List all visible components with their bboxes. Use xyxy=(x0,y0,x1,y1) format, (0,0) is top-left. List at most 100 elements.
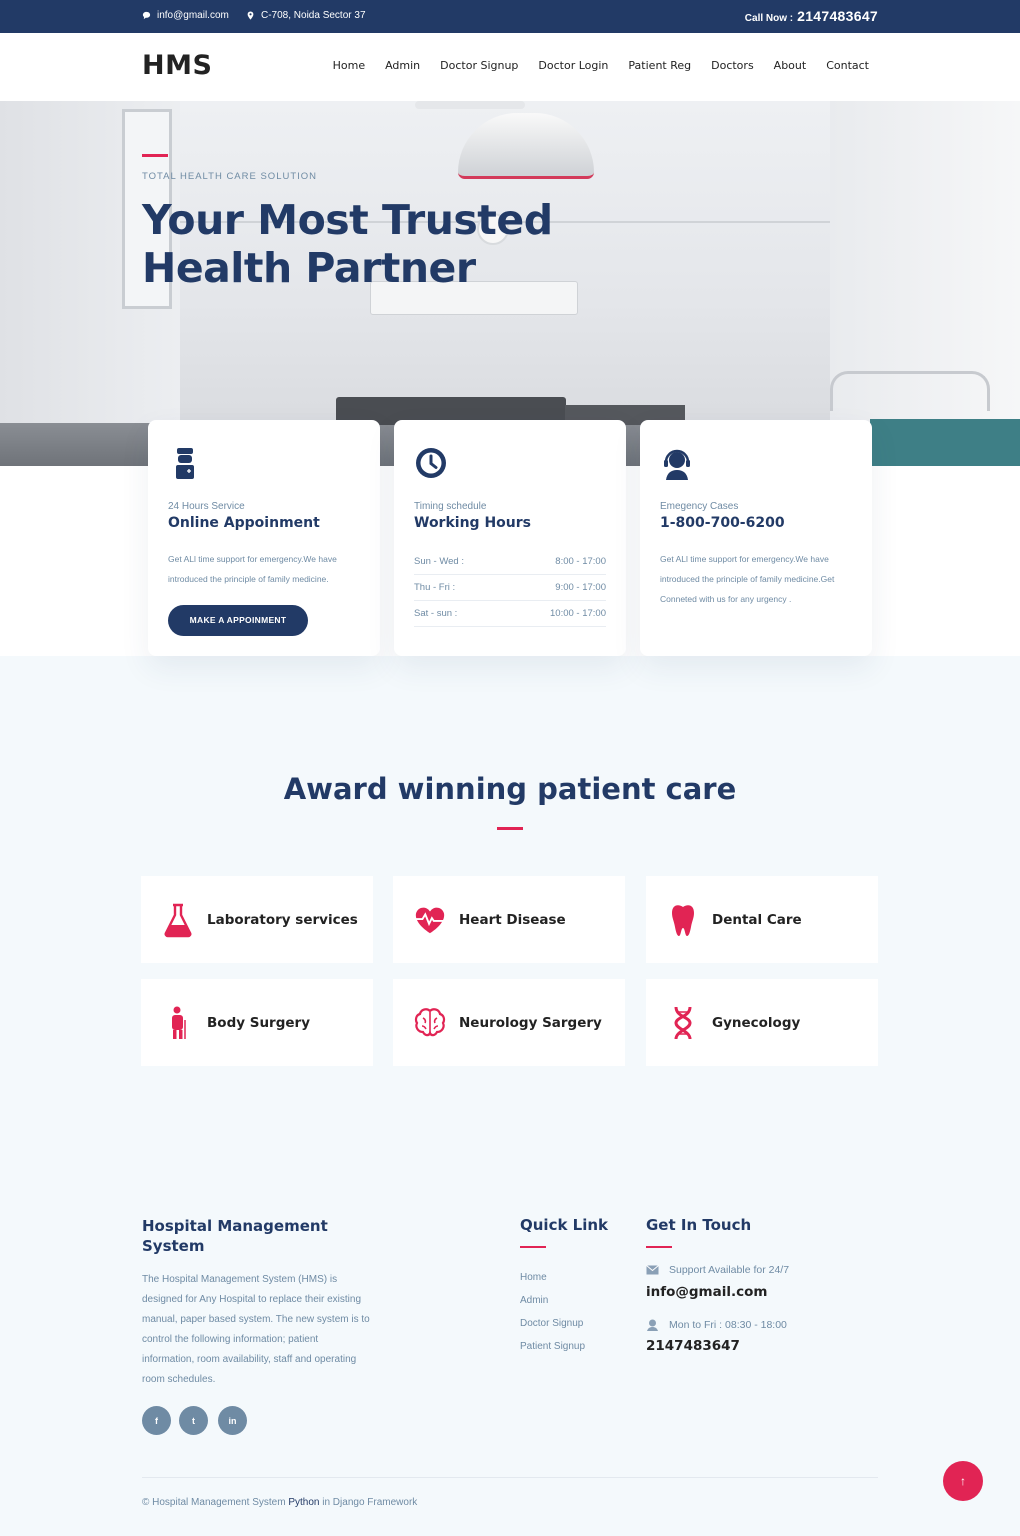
hours-time: 10:00 - 17:00 xyxy=(550,608,606,619)
footer-about-text: The Hospital Management System (HMS) is … xyxy=(142,1274,370,1385)
hours-list: Sun - Wed : 8:00 - 17:00 Thu - Fri : 9:00 … xyxy=(414,549,606,627)
footer-link-admin[interactable]: Admin xyxy=(520,1289,585,1312)
service-laboratory[interactable]: Laboratory services xyxy=(141,876,373,963)
nav-doctors[interactable]: Doctors xyxy=(711,59,754,72)
hero-title-line1: Your Most Trusted xyxy=(142,196,553,244)
services-title: Award winning patient care xyxy=(283,772,737,806)
clock-icon xyxy=(416,448,446,478)
service-label: Laboratory services xyxy=(207,911,358,928)
twitter-letter: t xyxy=(192,1415,195,1426)
arrow-up-icon: ↑ xyxy=(960,1474,966,1488)
footer-link-patient-signup[interactable]: Patient Signup xyxy=(520,1335,585,1358)
nav-home[interactable]: Home xyxy=(333,59,365,72)
nav-contact[interactable]: Contact xyxy=(826,59,869,72)
card-emergency-phone[interactable]: 1-800-700-6200 xyxy=(660,515,852,531)
main-nav: Home Admin Doctor Signup Doctor Login Pa… xyxy=(333,59,869,72)
nav-about[interactable]: About xyxy=(774,59,807,72)
facebook-letter: f xyxy=(155,1415,158,1426)
footer-quick-links: Home Admin Doctor Signup Patient Signup xyxy=(520,1266,585,1358)
support-agent-icon xyxy=(647,1319,658,1331)
map-pin-icon xyxy=(247,11,254,20)
navbar: HMS Home Admin Doctor Signup Doctor Logi… xyxy=(0,33,1020,101)
service-label: Neurology Sargery xyxy=(459,1014,602,1031)
facebook-icon[interactable]: f xyxy=(142,1406,171,1435)
services-title-underline xyxy=(497,827,523,830)
topbar-address-text: C-708, Noida Sector 37 xyxy=(261,10,366,21)
call-label: Call Now : xyxy=(744,13,794,24)
hero-banner: TOTAL HEALTH CARE SOLUTION Your Most Tru… xyxy=(0,101,1020,466)
card-appointment-text: Get ALl time support for emergency.We ha… xyxy=(168,554,337,584)
call-number[interactable]: 2147483647 xyxy=(797,8,878,24)
hours-day: Thu - Fri : xyxy=(414,582,456,593)
nav-patient-reg[interactable]: Patient Reg xyxy=(628,59,691,72)
copyright-pre: © Hospital Management System xyxy=(142,1497,286,1508)
linkedin-letter: in xyxy=(228,1415,237,1426)
make-appointment-button[interactable]: MAKE A APPOINMENT xyxy=(168,605,308,636)
nav-doctor-login[interactable]: Doctor Login xyxy=(538,59,608,72)
twitter-icon[interactable]: t xyxy=(179,1406,208,1435)
service-label: Gynecology xyxy=(712,1014,801,1031)
service-heart-disease[interactable]: Heart Disease xyxy=(393,876,625,963)
card-emergency: Emegency Cases 1-800-700-6200 Get ALl ti… xyxy=(640,420,872,656)
card-hours-sub: Timing schedule xyxy=(414,501,487,512)
hero-title: Your Most Trusted Health Partner xyxy=(142,196,562,292)
flask-icon xyxy=(161,902,195,938)
topbar-call[interactable]: Call Now : 2147483647 xyxy=(745,8,878,24)
footer-about-title: Hospital Management System xyxy=(142,1217,328,1255)
service-gynecology[interactable]: Gynecology xyxy=(646,979,878,1066)
service-label: Heart Disease xyxy=(459,911,566,928)
top-bar: info@gmail.com C-708, Noida Sector 37 Ca… xyxy=(0,0,1020,33)
footer-phone[interactable]: 2147483647 xyxy=(646,1338,740,1354)
hero-wall-right xyxy=(830,101,1020,466)
topbar-address: C-708, Noida Sector 37 xyxy=(246,10,366,21)
topbar-email[interactable]: info@gmail.com xyxy=(142,10,229,21)
hours-time: 9:00 - 17:00 xyxy=(555,582,606,593)
footer-touch-underline xyxy=(646,1246,672,1248)
dna-icon xyxy=(666,1005,700,1041)
hero-title-line2: Health Partner xyxy=(142,244,476,292)
topbar-email-text: info@gmail.com xyxy=(157,10,229,21)
hero-lamp-arm xyxy=(415,101,525,109)
hero-surgical-lamp xyxy=(458,113,594,179)
card-emergency-text: Get ALl time support for emergency.We ha… xyxy=(660,554,835,604)
service-label: Body Surgery xyxy=(207,1014,310,1031)
footer-divider xyxy=(142,1477,878,1478)
chat-icon xyxy=(142,11,151,20)
brain-icon xyxy=(413,1005,447,1041)
card-working-hours: Timing schedule Working Hours Sun - Wed … xyxy=(394,420,626,656)
tooth-icon xyxy=(666,902,700,938)
footer-hours-row: Mon to Fri : 08:30 - 18:00 xyxy=(646,1318,787,1331)
footer-quick-title: Quick Link xyxy=(520,1216,609,1234)
headset-icon xyxy=(664,449,690,480)
footer-touch-title: Get In Touch xyxy=(646,1216,752,1234)
footer-link-home[interactable]: Home xyxy=(520,1266,585,1289)
hours-row: Thu - Fri : 9:00 - 17:00 xyxy=(414,575,606,601)
hero-floor-teal xyxy=(870,419,1020,466)
footer-support-row: Support Available for 24/7 xyxy=(646,1264,789,1276)
card-online-appointment: 24 Hours Service Online Appoinment Get A… xyxy=(148,420,380,656)
footer-link-doctor-signup[interactable]: Doctor Signup xyxy=(520,1312,585,1335)
linkedin-icon[interactable]: in xyxy=(218,1406,247,1435)
scroll-top-button[interactable]: ↑ xyxy=(943,1461,983,1501)
patient-icon xyxy=(161,1005,195,1041)
service-dental-care[interactable]: Dental Care xyxy=(646,876,878,963)
copyright-python[interactable]: Python xyxy=(288,1497,319,1508)
nav-doctor-signup[interactable]: Doctor Signup xyxy=(440,59,518,72)
card-appointment-title: Online Appoinment xyxy=(168,515,320,531)
card-emergency-sub: Emegency Cases xyxy=(660,501,739,512)
service-neurology[interactable]: Neurology Sargery xyxy=(393,979,625,1066)
copyright-post: in Django Framework xyxy=(322,1497,418,1508)
copyright: © Hospital Management System Python in D… xyxy=(142,1497,417,1508)
hero-bed-rail xyxy=(830,371,990,411)
hours-day: Sun - Wed : xyxy=(414,556,464,567)
footer-hours-text: Mon to Fri : 08:30 - 18:00 xyxy=(669,1318,787,1331)
footer-email[interactable]: info@gmail.com xyxy=(646,1284,767,1300)
hours-row: Sun - Wed : 8:00 - 17:00 xyxy=(414,549,606,575)
service-body-surgery[interactable]: Body Surgery xyxy=(141,979,373,1066)
service-label: Dental Care xyxy=(712,911,802,928)
card-appointment-sub: 24 Hours Service xyxy=(168,501,245,512)
hero-eyebrow: TOTAL HEALTH CARE SOLUTION xyxy=(142,171,318,182)
logo[interactable]: HMS xyxy=(142,50,212,81)
nav-admin[interactable]: Admin xyxy=(385,59,420,72)
doctor-icon xyxy=(176,448,194,479)
